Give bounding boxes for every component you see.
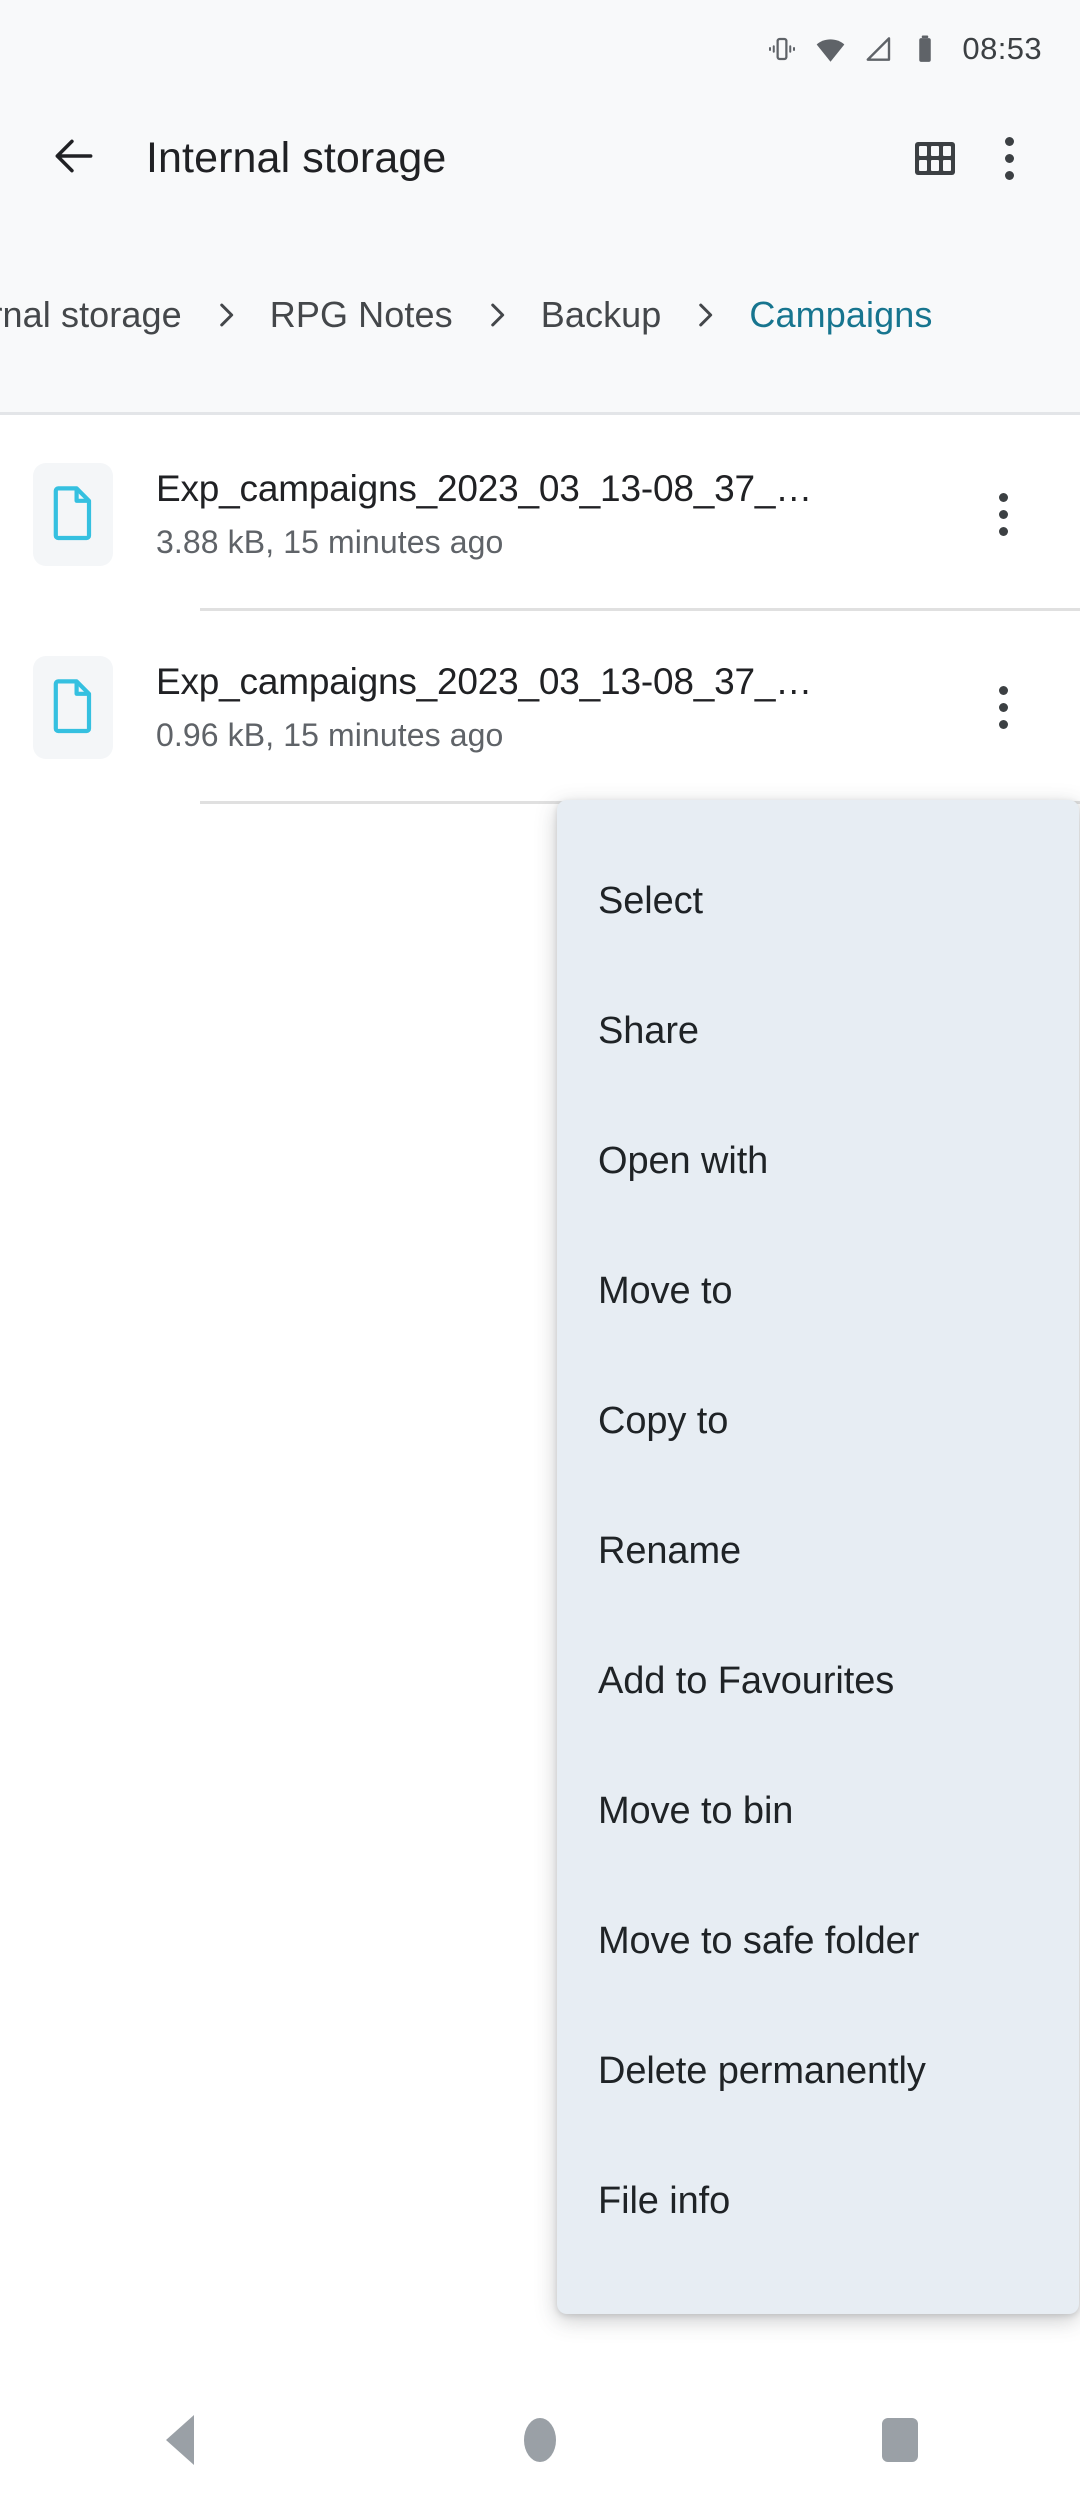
phone-screen: 08:53 Internal storage Internal storage [0,0,1080,2520]
more-vert-icon [999,493,1008,536]
menu-item-move-to-bin[interactable]: Move to bin [557,1746,1079,1876]
table-row[interactable]: Exp_campaigns_2023_03_13-08_37_… 3.88 kB… [0,418,1080,611]
status-time: 08:53 [962,31,1042,67]
menu-item-rename[interactable]: Rename [557,1486,1079,1616]
file-list: Exp_campaigns_2023_03_13-08_37_… 3.88 kB… [0,418,1080,804]
arrow-back-icon [49,131,99,186]
status-bar: 08:53 [0,0,1080,98]
overflow-menu-button[interactable] [972,121,1046,195]
vibrate-icon [767,34,797,64]
menu-item-copy-to[interactable]: Copy to [557,1356,1079,1486]
menu-item-add-to-favourites[interactable]: Add to Favourites [557,1616,1079,1746]
page-title: Internal storage [146,134,898,183]
file-name: Exp_campaigns_2023_03_13-08_37_… [156,661,901,703]
file-document-icon [49,676,97,739]
menu-item-select[interactable]: Select [557,836,1079,966]
file-meta: Exp_campaigns_2023_03_13-08_37_… 3.88 kB… [156,468,966,561]
breadcrumb-item-rpg-notes[interactable]: RPG Notes [268,294,455,336]
chevron-right-icon [184,285,268,345]
file-details: 0.96 kB, 15 minutes ago [156,717,966,754]
more-vert-icon [1005,137,1014,180]
menu-item-open-with[interactable]: Open with [557,1096,1079,1226]
menu-item-move-to-safe-folder[interactable]: Move to safe folder [557,1876,1079,2006]
wifi-icon [815,34,846,65]
system-navigation-bar [0,2360,1080,2520]
nav-home-icon [524,2418,556,2462]
grid-view-icon [915,142,955,175]
file-document-icon [49,483,97,546]
file-thumbnail [33,463,113,566]
nav-back-icon [166,2415,194,2465]
nav-recents-button[interactable] [720,2360,1080,2520]
back-button[interactable] [42,126,106,190]
menu-item-delete-permanently[interactable]: Delete permanently [557,2006,1079,2136]
battery-icon [912,34,938,64]
menu-item-file-info[interactable]: File info [557,2136,1079,2266]
nav-recents-icon [882,2418,918,2462]
breadcrumb[interactable]: Internal storage RPG Notes Backup Campai… [0,218,1080,415]
breadcrumb-item-internal-storage[interactable]: Internal storage [0,294,184,336]
file-overflow-button[interactable] [966,471,1040,559]
file-name: Exp_campaigns_2023_03_13-08_37_… [156,468,901,510]
grid-view-button[interactable] [898,121,972,195]
table-row[interactable]: Exp_campaigns_2023_03_13-08_37_… 0.96 kB… [0,611,1080,804]
menu-item-move-to[interactable]: Move to [557,1226,1079,1356]
menu-item-share[interactable]: Share [557,966,1079,1096]
signal-icon [864,34,894,64]
nav-back-button[interactable] [0,2360,360,2520]
breadcrumb-item-backup[interactable]: Backup [539,294,664,336]
file-details: 3.88 kB, 15 minutes ago [156,524,966,561]
file-overflow-button[interactable] [966,664,1040,752]
more-vert-icon [999,686,1008,729]
file-thumbnail [33,656,113,759]
status-icon-group [767,34,938,65]
nav-home-button[interactable] [360,2360,720,2520]
context-menu[interactable]: Select Share Open with Move to Copy to R… [557,800,1079,2314]
app-bar: Internal storage [0,98,1080,218]
chevron-right-icon [663,285,747,345]
file-meta: Exp_campaigns_2023_03_13-08_37_… 0.96 kB… [156,661,966,754]
breadcrumb-item-campaigns[interactable]: Campaigns [747,294,934,336]
chevron-right-icon [455,285,539,345]
breadcrumb-scroll: Internal storage RPG Notes Backup Campai… [0,285,934,345]
